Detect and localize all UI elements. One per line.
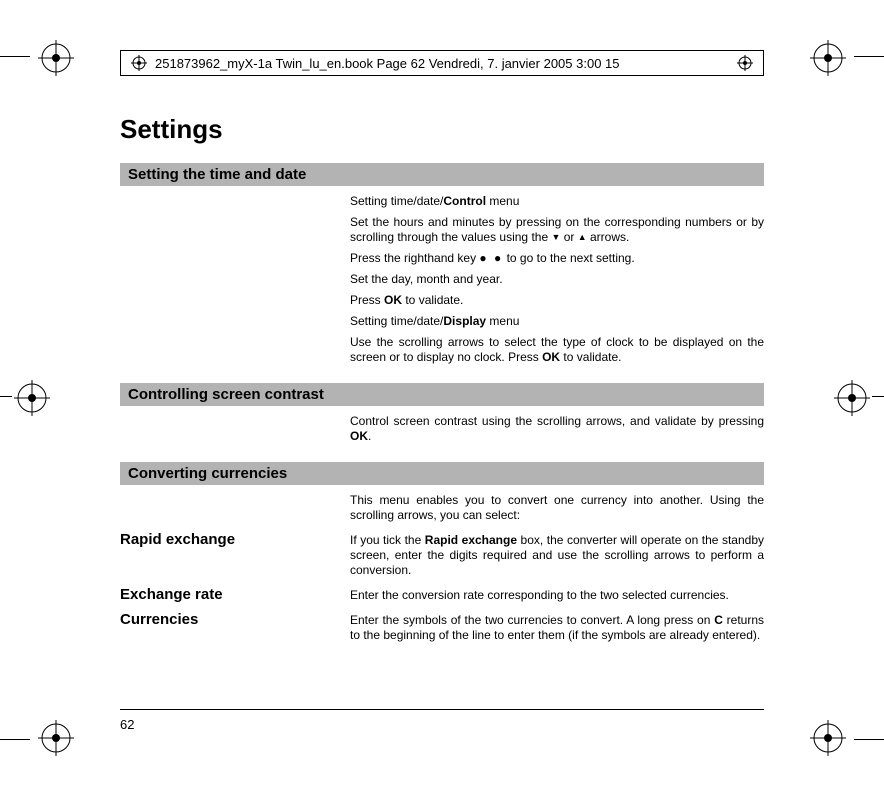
footer-rule: [120, 709, 764, 710]
body-text: Setting time/date/Control menu Set the h…: [350, 192, 764, 371]
section-row: Exchange rate Enter the conversion rate …: [120, 586, 764, 609]
body-text: This menu enables you to convert one cur…: [350, 491, 764, 529]
print-header-text: 251873962_myX-1a Twin_lu_en.book Page 62…: [155, 56, 620, 71]
registration-mark-icon: [834, 380, 870, 416]
registration-mark-icon: [14, 380, 50, 416]
registration-mark-icon: [38, 720, 74, 756]
registration-mark-icon: [737, 55, 753, 71]
right-key-icon: ● ●: [479, 251, 503, 265]
up-arrow-icon: ▲: [578, 232, 587, 243]
section-row: Control screen contrast using the scroll…: [120, 412, 764, 450]
body-text: Control screen contrast using the scroll…: [350, 412, 764, 450]
body-text: Enter the conversion rate corresponding …: [350, 586, 764, 609]
crop-mark: [0, 396, 12, 397]
body-text: If you tick the Rapid exchange box, the …: [350, 531, 764, 584]
registration-mark-icon: [810, 40, 846, 76]
row-label: Exchange rate: [120, 586, 330, 609]
registration-mark-icon: [38, 40, 74, 76]
body-text: Enter the symbols of the two currencies …: [350, 611, 764, 649]
section-row: Setting time/date/Control menu Set the h…: [120, 192, 764, 371]
registration-mark-icon: [131, 55, 147, 71]
section-heading: Converting currencies: [120, 462, 764, 485]
page-title: Settings: [120, 114, 764, 145]
crop-mark: [854, 739, 884, 740]
crop-mark: [0, 56, 30, 57]
section-row: Currencies Enter the symbols of the two …: [120, 611, 764, 649]
crop-mark: [872, 396, 884, 397]
section-row: Rapid exchange If you tick the Rapid exc…: [120, 531, 764, 584]
print-header: 251873962_myX-1a Twin_lu_en.book Page 62…: [120, 50, 764, 76]
row-label: Rapid exchange: [120, 531, 330, 584]
page-body: Settings Setting the time and date Setti…: [120, 100, 764, 746]
section-heading: Setting the time and date: [120, 163, 764, 186]
section-row: This menu enables you to convert one cur…: [120, 491, 764, 529]
section-heading: Controlling screen contrast: [120, 383, 764, 406]
crop-mark: [854, 56, 884, 57]
registration-mark-icon: [810, 720, 846, 756]
page-number: 62: [120, 717, 134, 732]
row-label: Currencies: [120, 611, 330, 649]
crop-mark: [0, 739, 30, 740]
